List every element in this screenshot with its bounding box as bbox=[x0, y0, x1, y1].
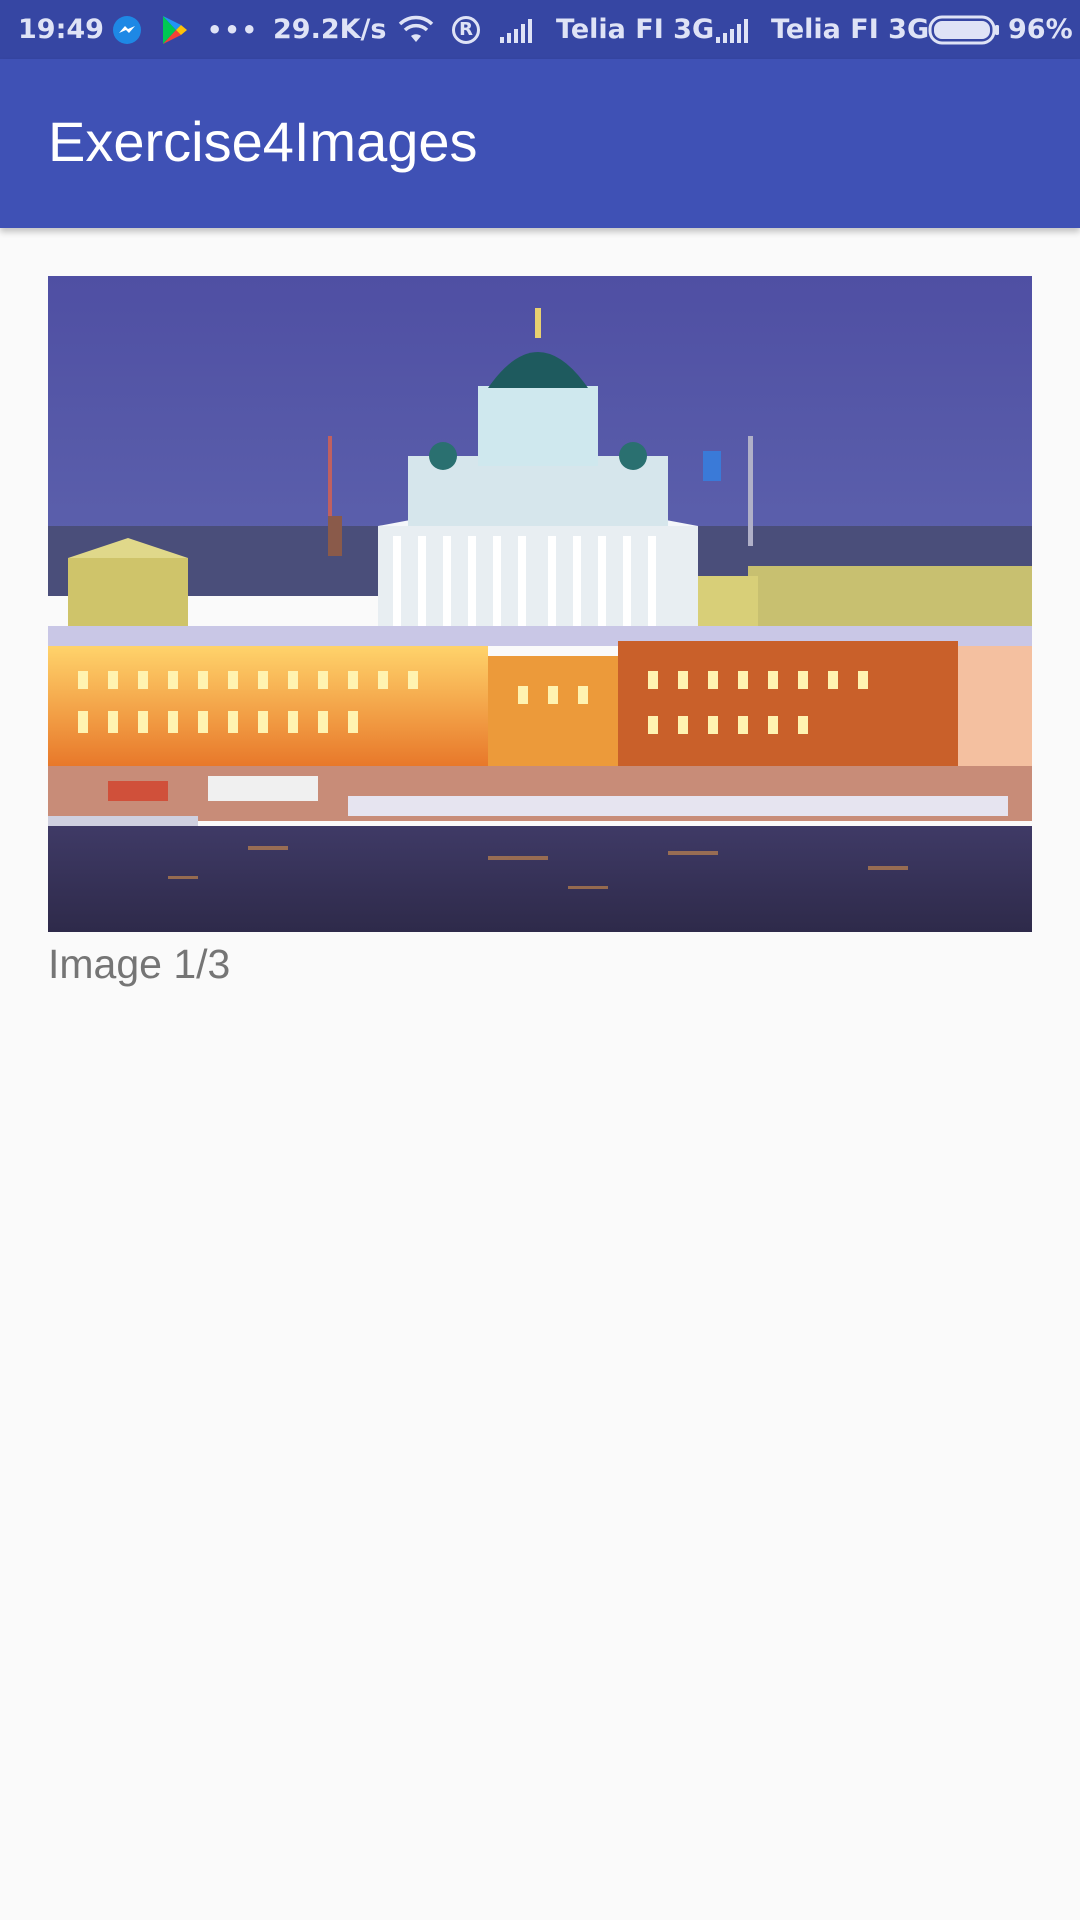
status-time: 19:49 bbox=[18, 14, 104, 45]
roaming-icon: R bbox=[452, 0, 480, 59]
status-bar: 19:49 ••• 29.2K/s R Telia FI 3G Telia FI… bbox=[0, 0, 1080, 59]
wifi-icon bbox=[397, 0, 435, 59]
battery-percent: 96% bbox=[1008, 14, 1073, 45]
more-notifications-icon: ••• bbox=[207, 15, 260, 44]
image-caption: Image 1/3 bbox=[48, 941, 231, 987]
network-speed: 29.2K/s bbox=[273, 14, 387, 45]
carrier-2: Telia FI 3G bbox=[771, 14, 930, 45]
gallery-image[interactable] bbox=[48, 276, 1032, 932]
signal-icon bbox=[500, 0, 538, 59]
carrier-1: Telia FI 3G bbox=[556, 14, 715, 45]
signal-icon bbox=[716, 0, 754, 59]
app-bar: Exercise4Images bbox=[0, 59, 1080, 228]
messenger-icon bbox=[112, 0, 142, 59]
roaming-label: R bbox=[452, 15, 480, 44]
play-store-icon bbox=[161, 0, 189, 59]
app-title: Exercise4Images bbox=[48, 110, 478, 173]
battery-icon bbox=[928, 0, 1000, 59]
